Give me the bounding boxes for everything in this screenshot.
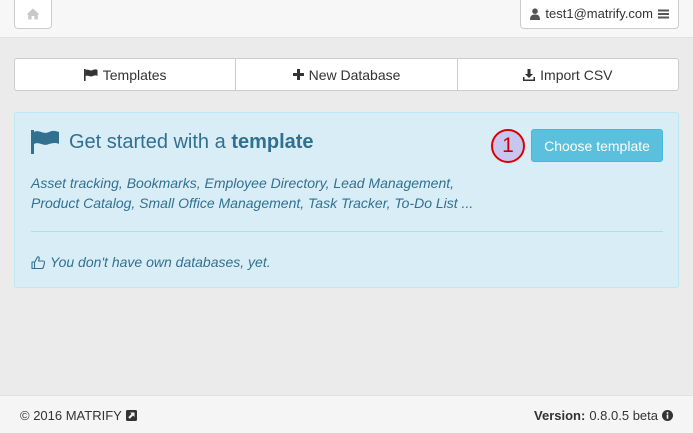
thumbs-up-icon (31, 255, 45, 269)
home-icon (26, 8, 40, 20)
home-button[interactable] (14, 0, 52, 29)
template-list-description: Asset tracking, Bookmarks, Employee Dire… (31, 175, 474, 211)
download-icon (523, 68, 536, 81)
plus-icon (292, 69, 304, 80)
choose-template-label: Choose template (544, 137, 650, 154)
getting-started-panel: Get started with a template 1 Choose tem… (14, 112, 679, 288)
no-databases-note: You don't have own databases, yet. (31, 254, 271, 270)
new-database-label: New Database (308, 66, 401, 83)
choose-template-button[interactable]: Choose template (531, 129, 663, 162)
flag-icon (83, 68, 98, 81)
top-navbar: test1@matrify.com (0, 0, 693, 38)
user-email: test1@matrify.com (545, 6, 653, 21)
flag-icon (31, 130, 59, 154)
main-toolbar: Templates New Database Import CSV (14, 58, 679, 91)
no-databases-text: You don't have own databases, yet. (50, 254, 271, 270)
templates-button[interactable]: Templates (14, 58, 237, 91)
footer: © 2016 MATRIFY Version: 0.8.0.5 beta (0, 395, 693, 433)
info-icon[interactable] (662, 410, 673, 421)
user-icon (530, 7, 541, 20)
panel-title-text: Get started with a (69, 130, 226, 153)
hamburger-icon (658, 9, 669, 19)
new-database-button[interactable]: New Database (235, 58, 458, 91)
import-csv-button[interactable]: Import CSV (456, 58, 679, 91)
step-number: 1 (502, 134, 514, 157)
footer-copyright: © 2016 MATRIFY (20, 408, 137, 423)
import-csv-label: Import CSV (540, 66, 613, 83)
version-value: 0.8.0.5 beta (589, 408, 658, 423)
panel-divider (31, 231, 663, 232)
panel-title-emphasis: template (231, 130, 314, 153)
templates-label: Templates (102, 66, 167, 83)
version-label: Version: (534, 408, 586, 423)
step-number-badge: 1 (491, 129, 525, 163)
copyright-text: © 2016 MATRIFY (20, 408, 122, 423)
external-link-icon[interactable] (125, 410, 137, 421)
footer-version: Version: 0.8.0.5 beta (534, 408, 673, 423)
user-menu-button[interactable]: test1@matrify.com (520, 0, 679, 29)
panel-title: Get started with a template (31, 130, 314, 154)
